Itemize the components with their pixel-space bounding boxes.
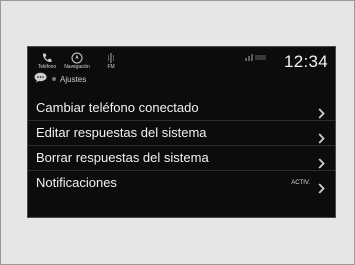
breadcrumb-label: Ajustes <box>60 74 87 84</box>
menu-item-notifications[interactable]: Notificaciones ACTIV. <box>28 170 335 195</box>
menu-item-change-phone[interactable]: Cambiar teléfono conectado <box>28 96 335 120</box>
fm-shortcut[interactable]: FM <box>96 51 126 70</box>
menu-item-delete-replies[interactable]: Borrar respuestas del sistema <box>28 145 335 170</box>
page-frame: Teléfono Navegación FM 12:34 Ajustes Cam… <box>0 0 355 265</box>
chat-bubble-icon <box>34 70 47 88</box>
breadcrumb-separator <box>52 77 56 81</box>
menu-item-label: Borrar respuestas del sistema <box>36 150 209 165</box>
phone-shortcut[interactable]: Teléfono <box>32 51 62 70</box>
navigation-label: Navegación <box>64 64 90 70</box>
compass-icon <box>62 51 92 64</box>
phone-icon <box>32 51 62 63</box>
menu-item-label: Notificaciones <box>36 175 117 190</box>
status-badge: ACTIV. <box>291 180 310 186</box>
signal-indicator-icon <box>245 53 267 63</box>
breadcrumb: Ajustes <box>34 72 86 86</box>
clock: 12:34 <box>283 52 328 71</box>
navigation-shortcut[interactable]: Navegación <box>62 51 92 70</box>
menu-item-label: Editar respuestas del sistema <box>36 125 207 140</box>
chevron-right-icon <box>318 178 325 202</box>
menu-item-label: Cambiar teléfono conectado <box>36 100 199 115</box>
infotainment-screen: Teléfono Navegación FM 12:34 Ajustes Cam… <box>27 46 336 218</box>
settings-menu: Cambiar teléfono conectado Editar respue… <box>28 96 335 195</box>
radio-icon <box>96 51 126 63</box>
menu-item-edit-replies[interactable]: Editar respuestas del sistema <box>28 120 335 145</box>
fm-label: FM <box>107 64 115 70</box>
